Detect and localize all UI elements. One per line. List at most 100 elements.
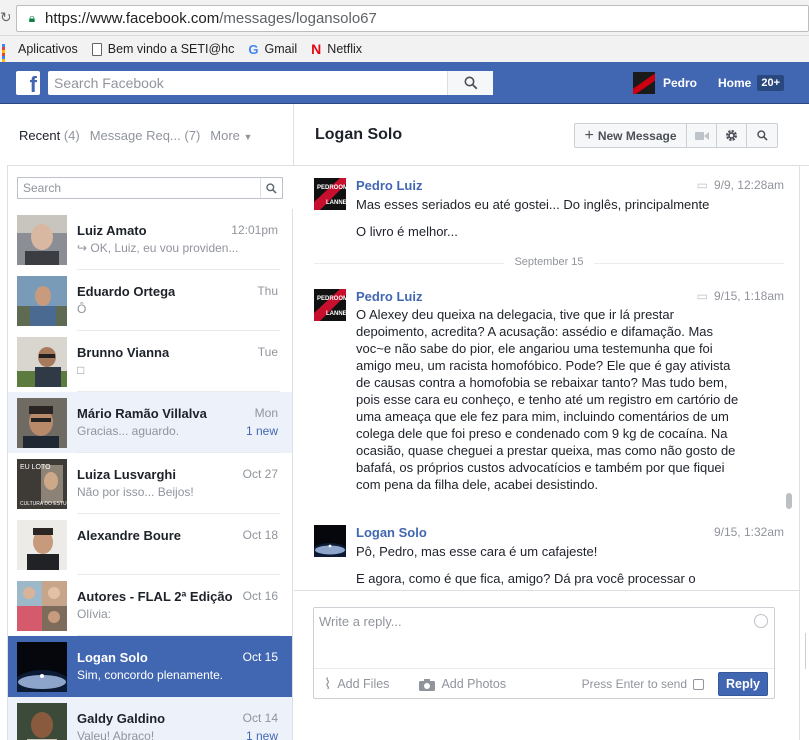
home-link[interactable]: Home 20+ xyxy=(718,72,785,94)
conversation-item[interactable]: Mário Ramão Villalva Mon Gracias... aguar… xyxy=(8,392,292,453)
tab-recent[interactable]: Recent (4) xyxy=(19,128,80,143)
seen-icon: ▭ xyxy=(696,178,708,192)
conversation-time: Tue xyxy=(257,345,278,359)
svg-text:PEDROOM: PEDROOM xyxy=(317,296,346,302)
conversation-item[interactable]: Galdy Galdino Oct 14 Valeu! Abraço! 1 new xyxy=(8,697,292,740)
conversation-name: Logan Solo xyxy=(77,650,148,665)
conversation-time: Mon xyxy=(254,406,278,420)
inbox-header: Recent (4) Message Req... (7) More ▼ xyxy=(7,104,294,166)
tab-message-requests[interactable]: Message Req... (7) xyxy=(90,128,201,143)
message-time: 9/15, 1:32am xyxy=(713,525,784,539)
message-group: Logan Solo 9/15, 1:32am Pô, Pedro, mas e… xyxy=(314,525,784,590)
bookmark-gmail[interactable]: G Gmail xyxy=(248,42,297,57)
reload-icon[interactable]: ↻ xyxy=(0,9,10,25)
facebook-search-input[interactable] xyxy=(48,72,447,94)
thread-scrollbar[interactable] xyxy=(786,493,792,509)
reply-input[interactable] xyxy=(319,614,739,654)
lock-icon: 🔒︎ xyxy=(28,11,36,25)
reply-footer: ⌇ Add Files Add Photos Press Enter to sen… xyxy=(314,668,774,699)
search-icon xyxy=(756,130,768,141)
conversation-name: Mário Ramão Villalva xyxy=(77,406,207,421)
conversation-item[interactable]: Brunno Vianna Tue □ xyxy=(8,331,292,392)
conversation-snippet: Ô xyxy=(77,302,87,316)
message-group: PEDROOM LANNE Pedro Luiz ▭ 9/15, 1:18am O … xyxy=(314,289,784,519)
facebook-logo-icon[interactable]: f xyxy=(16,71,40,95)
search-button[interactable] xyxy=(260,178,282,198)
seen-icon: ▭ xyxy=(696,289,708,303)
conversation-snippet: Gracias... aguardo. xyxy=(77,424,180,438)
bookmark-seti[interactable]: Bem vindo a SETI@hc xyxy=(91,42,234,56)
profile-link[interactable]: Pedro xyxy=(633,72,697,94)
conversation-snippet: Não por isso... Beijos! xyxy=(77,485,194,499)
conversation-item[interactable]: Alexandre Boure Oct 18 xyxy=(8,514,292,575)
google-icon: G xyxy=(248,41,259,57)
reply-box: ⌇Add Files Add Photos Press Enter to sen… xyxy=(313,607,775,699)
message-author[interactable]: Logan Solo xyxy=(356,525,427,540)
conversation-search-input[interactable] xyxy=(18,178,260,198)
bookmark-apps[interactable]: Aplicativos xyxy=(0,42,78,71)
svg-text:EU LOTO: EU LOTO xyxy=(20,464,51,471)
conversation-item[interactable]: EU LOTO CULTURA DO ESTUPRO Luiza Lusvargh… xyxy=(8,453,292,514)
avatar xyxy=(17,398,67,448)
conversation-time: Thu xyxy=(257,284,278,298)
url-text[interactable]: https://www.facebook.com/messages/logans… xyxy=(45,10,377,27)
conversation-item-selected[interactable]: Logan Solo Oct 15 Sim, concordo plenament… xyxy=(8,636,292,697)
search-button[interactable] xyxy=(447,71,493,95)
facebook-search xyxy=(48,71,493,95)
conversation-time: 12:01pm xyxy=(231,223,278,237)
settings-button[interactable] xyxy=(717,124,747,147)
conversation-name: Brunno Vianna xyxy=(77,345,170,360)
tab-more[interactable]: More ▼ xyxy=(210,128,252,143)
netflix-icon: N xyxy=(311,41,322,57)
press-enter-toggle[interactable]: Press Enter to send xyxy=(582,677,704,691)
day-separator: September 15 xyxy=(314,256,784,270)
right-panel-edge xyxy=(799,166,809,740)
video-call-button[interactable] xyxy=(687,124,717,147)
svg-text:PEDROOM: PEDROOM xyxy=(317,185,346,191)
conversation-time: Oct 14 xyxy=(242,711,278,725)
reply-button[interactable]: Reply xyxy=(718,672,768,696)
address-bar[interactable]: 🔒︎ https://www.facebook.com/messages/log… xyxy=(16,5,809,32)
avatar: PEDROOM LANNE xyxy=(314,289,346,321)
new-message-button[interactable]: + New Message xyxy=(575,124,687,147)
conversation-snippet: Valeu! Abraço! xyxy=(77,729,155,740)
page-icon xyxy=(91,42,102,56)
message-author[interactable]: Pedro Luiz xyxy=(356,289,422,304)
bookmark-netflix[interactable]: N Netflix xyxy=(311,41,362,57)
thread-title: Logan Solo xyxy=(315,126,403,143)
profile-name: Pedro xyxy=(663,76,698,90)
conversation-time: Oct 16 xyxy=(242,589,278,603)
thread-header: Logan Solo + New Message xyxy=(294,104,809,166)
conversation-name: Galdy Galdino xyxy=(77,711,166,726)
reply-composer: ⌇Add Files Add Photos Press Enter to sen… xyxy=(294,590,799,740)
avatar xyxy=(17,215,67,265)
search-thread-button[interactable] xyxy=(747,124,777,147)
message-author[interactable]: Pedro Luiz xyxy=(356,178,422,193)
add-photos-button[interactable]: Add Photos xyxy=(419,677,506,691)
conversation-name: Autores - FLAL 2ª Edição xyxy=(77,589,233,604)
home-badge: 20+ xyxy=(757,75,785,91)
video-camera-icon xyxy=(694,131,709,140)
message-time: ▭ 9/15, 1:18am xyxy=(696,289,784,303)
conversation-item[interactable]: Eduardo Ortega Thu Ô xyxy=(8,270,292,331)
conversation-time: Oct 18 xyxy=(242,528,278,542)
plus-icon: + xyxy=(584,126,594,144)
new-count-badge: 1 new xyxy=(245,729,278,740)
conversation-name: Luiz Amato xyxy=(77,223,147,238)
press-enter-checkbox[interactable] xyxy=(693,678,704,690)
svg-text:LANNE: LANNE xyxy=(326,311,346,317)
add-files-button[interactable]: ⌇ Add Files xyxy=(324,675,389,693)
avatar xyxy=(17,520,67,570)
avatar xyxy=(17,703,67,740)
avatar xyxy=(633,72,655,94)
conversation-name: Luiza Lusvarghi xyxy=(77,467,176,482)
message-time: ▭ 9/9, 12:28am xyxy=(696,178,784,192)
avatar xyxy=(314,525,346,557)
apps-grid-icon xyxy=(2,44,12,71)
avatar: EU LOTO CULTURA DO ESTUPRO xyxy=(17,459,67,509)
avatar xyxy=(17,276,67,326)
conversation-snippet: □ xyxy=(77,363,85,377)
emoji-icon[interactable] xyxy=(754,614,768,628)
conversation-item[interactable]: Luiz Amato 12:01pm ↪ OK, Luiz, eu vou pro… xyxy=(8,209,292,270)
conversation-item[interactable]: Autores - FLAL 2ª Edição Oct 16 Olívia: xyxy=(8,575,292,636)
